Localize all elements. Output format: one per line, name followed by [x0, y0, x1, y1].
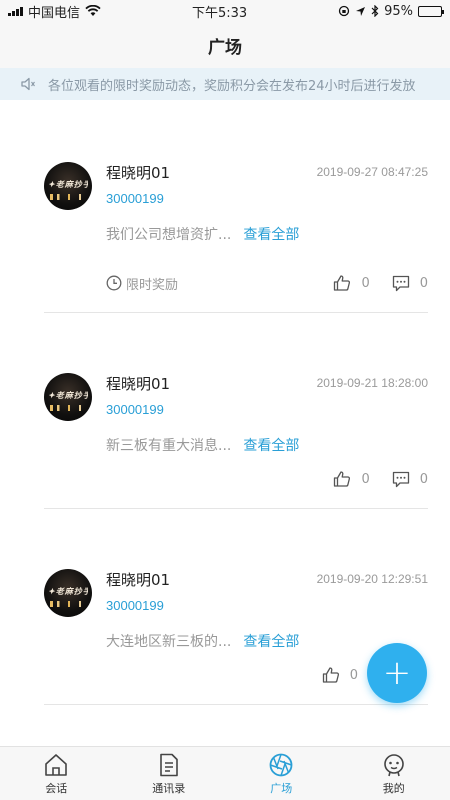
clock-icon	[106, 275, 122, 291]
like-button[interactable]: 0	[333, 274, 370, 292]
avatar[interactable]: ✦老麻抄手	[44, 162, 92, 210]
speaker-icon	[21, 77, 35, 91]
post-author-name[interactable]: 程晓明01	[106, 569, 170, 590]
notice-text: 各位观看的限时奖励动态，奖励积分会在发布24小时后进行发放	[48, 78, 416, 94]
plus-icon: +	[382, 653, 412, 693]
comment-icon	[392, 471, 409, 487]
status-right: 95%	[338, 3, 444, 19]
view-all-link[interactable]: 查看全部	[243, 631, 299, 651]
post-card[interactable]: ✦老麻抄手 程晓明01 2019-09-21 18:28:00 30000199…	[44, 313, 428, 509]
home-icon	[45, 753, 68, 776]
tab-square[interactable]: 广场	[225, 747, 338, 800]
status-left: 中国电信	[8, 2, 101, 21]
comment-button[interactable]: 0	[392, 471, 428, 488]
comment-icon	[392, 275, 409, 291]
notice-bar: 各位观看的限时奖励动态，奖励积分会在发布24小时后进行发放	[0, 68, 450, 100]
tab-bar: 会话 通讯录 广场 我的	[0, 746, 450, 800]
tab-label: 会话	[45, 781, 68, 795]
tab-chat[interactable]: 会话	[0, 747, 113, 800]
create-post-button[interactable]: +	[367, 643, 427, 703]
orientation-lock-icon	[338, 5, 350, 17]
tab-label: 通讯录	[152, 781, 186, 795]
like-count: 0	[361, 471, 370, 487]
avatar[interactable]: ✦老麻抄手	[44, 569, 92, 617]
like-count: 0	[361, 275, 370, 291]
post-excerpt: 新三板有重大消息...	[106, 438, 232, 454]
post-card[interactable]: ✦老麻抄手 程晓明01 2019-09-27 08:47:25 30000199…	[44, 100, 428, 313]
view-all-link[interactable]: 查看全部	[243, 224, 299, 244]
robot-face-icon	[383, 753, 404, 776]
thumbs-up-icon	[334, 275, 351, 291]
feed-list: ✦老麻抄手 程晓明01 2019-09-27 08:47:25 30000199…	[0, 100, 450, 705]
tab-profile[interactable]: 我的	[338, 747, 450, 800]
post-timestamp: 2019-09-21 18:28:00	[316, 376, 428, 390]
post-excerpt: 我们公司想增资扩...	[106, 227, 232, 243]
like-count: 0	[349, 667, 358, 683]
location-icon	[356, 6, 366, 16]
bluetooth-icon	[371, 5, 379, 17]
battery-percent: 95%	[384, 3, 413, 19]
signal-icon	[8, 6, 23, 16]
avatar[interactable]: ✦老麻抄手	[44, 373, 92, 421]
post-author-name[interactable]: 程晓明01	[106, 162, 170, 183]
carrier-label: 中国电信	[28, 5, 81, 21]
wifi-icon	[85, 5, 101, 16]
view-all-link[interactable]: 查看全部	[243, 435, 299, 455]
limited-reward-badge: 限时奖励	[106, 274, 178, 293]
post-user-id[interactable]: 30000199	[106, 598, 428, 613]
thumbs-up-icon	[322, 667, 339, 683]
nav-bar: 广场	[0, 22, 450, 68]
status-time: 下午5:33	[191, 5, 248, 21]
post-excerpt: 大连地区新三板的...	[106, 634, 232, 650]
comment-count: 0	[419, 471, 428, 487]
document-icon	[159, 753, 178, 776]
page-title: 广场	[208, 37, 242, 58]
tab-contacts[interactable]: 通讯录	[113, 747, 226, 800]
battery-icon	[418, 5, 444, 17]
like-button[interactable]: 0	[322, 666, 358, 684]
post-timestamp: 2019-09-20 12:29:51	[316, 572, 428, 586]
thumbs-up-icon	[334, 471, 351, 487]
reward-label: 限时奖励	[126, 277, 179, 293]
aperture-icon	[269, 753, 293, 776]
post-timestamp: 2019-09-27 08:47:25	[316, 165, 428, 179]
post-author-name[interactable]: 程晓明01	[106, 373, 170, 394]
like-button[interactable]: 0	[333, 470, 370, 488]
tab-label: 我的	[382, 781, 405, 795]
comment-count: 0	[419, 275, 428, 291]
tab-label: 广场	[270, 781, 293, 795]
post-user-id[interactable]: 30000199	[106, 191, 428, 206]
status-bar: 中国电信 下午5:33 95%	[0, 0, 450, 22]
post-user-id[interactable]: 30000199	[106, 402, 428, 417]
comment-button[interactable]: 0	[392, 275, 428, 292]
